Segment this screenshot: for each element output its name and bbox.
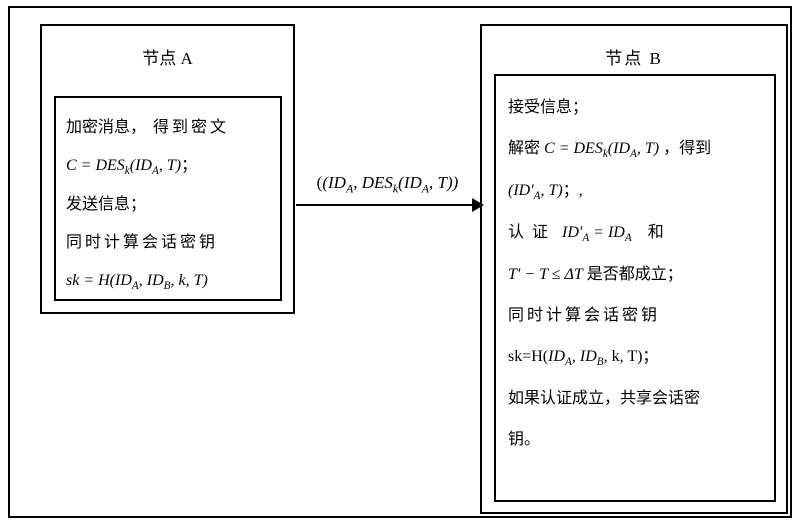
node-a-line2-end: ； [181, 157, 197, 174]
arrow-line [296, 204, 478, 206]
node-a-line5-post: , k, T) [170, 272, 207, 289]
arrow-mid2: (ID [398, 173, 422, 192]
node-b-line7c: k, T)； [608, 348, 659, 365]
node-b-line3: (ID'A, T)；, [508, 173, 762, 209]
node-a-line1: 加密消息， 得到密文 [66, 112, 270, 144]
node-b-line2c: ，得到 [659, 140, 711, 157]
node-b-line4b-sub2: A [625, 232, 632, 244]
node-b-line7b-sub: A [565, 356, 572, 368]
node-a-line5: sk = H(IDA, IDB, k, T) [66, 265, 270, 298]
node-b-line7: sk=H(IDA, IDB, k, T)； [508, 339, 762, 375]
node-b-line7b: ID [548, 348, 565, 365]
node-a-line5-mid: , ID [139, 272, 164, 289]
node-b-line2a: 解密 [508, 140, 544, 157]
node-a-line2: C = DESk(IDA, T)； [66, 150, 270, 183]
node-b-box: 节点 B 接受信息； 解密 C = DESk(IDA, T) ，得到 (ID'A… [480, 24, 788, 514]
node-a-title: 节点 A [42, 44, 293, 69]
node-b-title: 节点 B [482, 44, 786, 69]
node-b-line4a: 认 证 [508, 224, 550, 241]
node-b-line2b-post2: , T) [637, 140, 659, 157]
arrow-sub3: A [422, 181, 429, 195]
node-a-content: 加密消息， 得到密文 C = DESk(IDA, T)； 发送信息； 同时计算会… [54, 96, 282, 301]
node-b-line2: 解密 C = DESk(IDA, T) ，得到 [508, 131, 762, 167]
node-a-line4: 同时计算会话密钥 [66, 227, 270, 259]
node-b-line3a: (ID' [508, 182, 534, 199]
node-b-line3-end: , T) [540, 182, 562, 199]
arrow-end: , T)) [429, 173, 458, 192]
node-b-line8: 如果认证成立，共享会话密 [508, 381, 762, 416]
node-b-content: 接受信息； 解密 C = DESk(IDA, T) ，得到 (ID'A, T)；… [494, 74, 776, 502]
node-a-line2-post: (ID [130, 157, 152, 174]
node-b-line6: 同时计算会话密钥 [508, 298, 762, 333]
node-a-line5a: sk = H(ID [66, 272, 132, 289]
node-b-line9: 钥。 [508, 422, 762, 457]
node-b-line2b-sub2: A [630, 148, 637, 160]
node-b-line5a: T' − T ≤ ΔT [508, 266, 583, 283]
node-a-line5-sub1: A [132, 280, 139, 292]
node-b-line1: 接受信息； [508, 90, 762, 125]
node-b-line3-cjk: ；, [563, 182, 583, 199]
node-b-line7a: sk=H( [508, 348, 548, 365]
node-b-line7b-mid: , ID [572, 348, 597, 365]
node-a-line3: 发送信息； [66, 189, 270, 221]
outer-frame: 节点 A 加密消息， 得到密文 C = DESk(IDA, T)； 发送信息； … [8, 6, 792, 518]
node-a-line2-post2: , T) [159, 157, 181, 174]
node-a-box: 节点 A 加密消息， 得到密文 C = DESk(IDA, T)； 发送信息； … [40, 24, 295, 314]
arrow-l2: (ID [322, 173, 346, 192]
node-b-line4: 认 证 ID'A = IDA 和 [508, 215, 762, 251]
node-b-line4c: 和 [648, 224, 664, 241]
node-a-line2-c: C = DES [66, 157, 125, 174]
arrow-mid: , DES [353, 173, 393, 192]
node-b-line2b: C = DES [544, 140, 603, 157]
node-b-line5b: 是否都成立； [583, 266, 683, 283]
node-b-line5: T' − T ≤ ΔT 是否都成立； [508, 257, 762, 292]
arrow-label: ((IDA, DESk(IDA, T)) [300, 173, 475, 196]
node-b-line7b-sub2: B [597, 356, 604, 368]
node-a-line1a: 加密消息， [66, 119, 146, 136]
node-a-line1b: 得到密文 [146, 119, 229, 136]
node-b-line2b-post: (ID [608, 140, 630, 157]
node-a-line2-sub2: A [152, 165, 159, 177]
node-b-line4b-mid: = ID [589, 224, 625, 241]
node-b-line4b: ID' [562, 224, 582, 241]
